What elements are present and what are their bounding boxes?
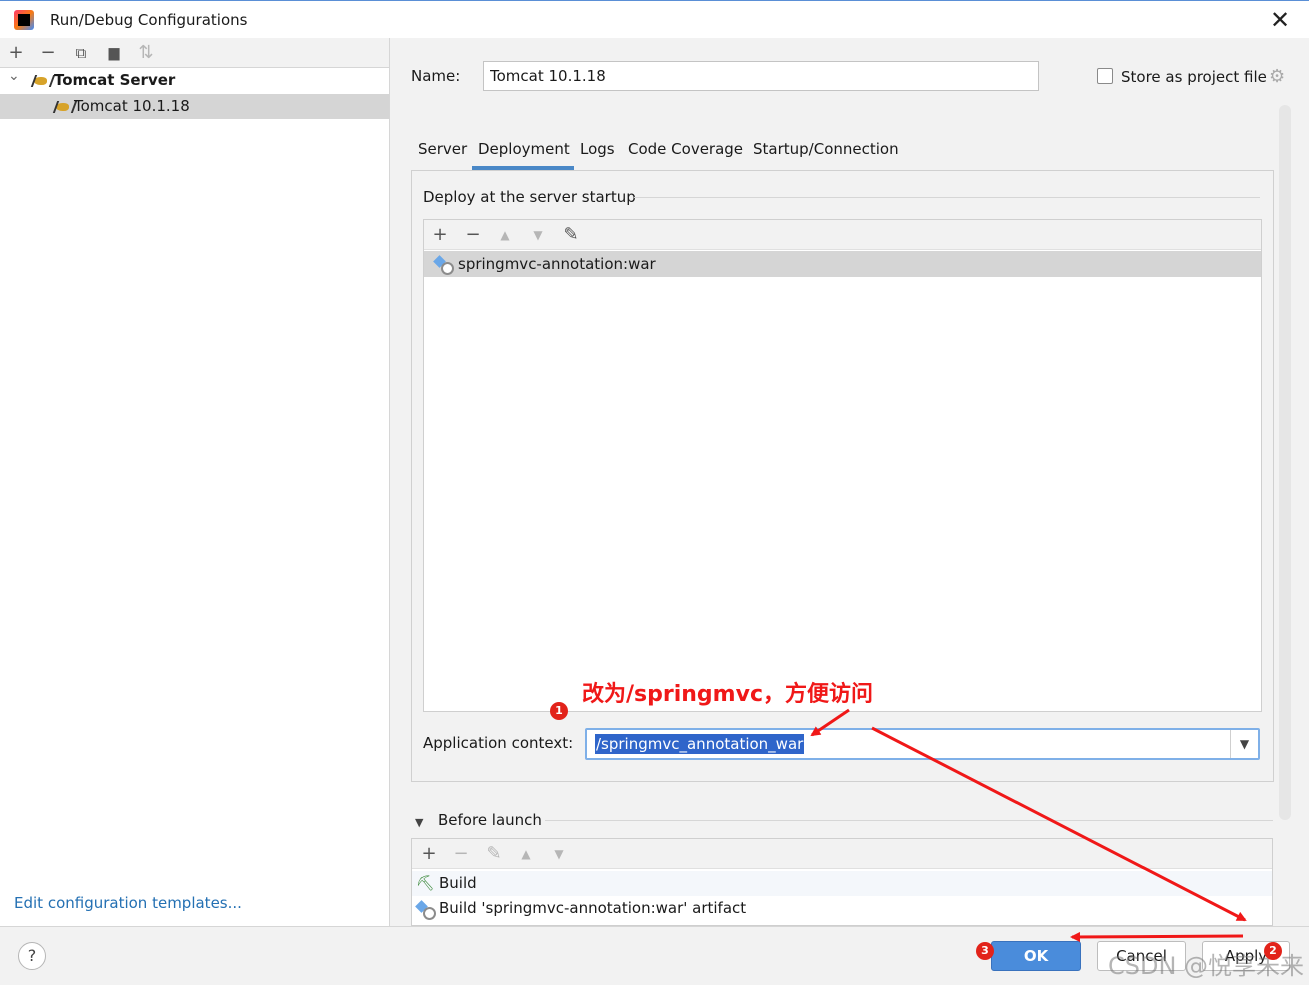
folder-icon[interactable]: ▆ [102, 41, 126, 65]
before-launch-toolbar: + − ✎ ▲ ▼ [412, 839, 1272, 869]
war-artifact-icon [434, 255, 454, 275]
gear-icon[interactable]: ⚙ [1269, 66, 1285, 87]
tree-group-tomcat-server[interactable]: ⌄ Tomcat Server [0, 68, 389, 93]
edit-icon[interactable]: ✎ [482, 842, 506, 866]
help-button[interactable]: ? [18, 942, 46, 970]
chevron-down-icon[interactable]: ▼ [1230, 730, 1258, 758]
divider [634, 197, 1260, 198]
collapse-caret-icon[interactable]: ▼ [415, 816, 423, 829]
title-bar: Run/Debug Configurations ✕ [0, 0, 1309, 38]
tab-startup-connection[interactable]: Startup/Connection [753, 140, 899, 158]
list-item-label: springmvc-annotation:war [458, 255, 656, 273]
before-launch-list: + − ✎ ▲ ▼ ⛏ Build Build 'springmvc-annot… [411, 838, 1273, 926]
deploy-artifact-list: + − ▲ ▼ ✎ springmvc-annotation:war [423, 219, 1262, 712]
copy-icon[interactable]: ⧉ [69, 41, 93, 65]
divider [545, 820, 1273, 821]
move-up-icon[interactable]: ▲ [493, 223, 517, 247]
deploy-toolbar: + − ▲ ▼ ✎ [424, 220, 1261, 250]
window-title: Run/Debug Configurations [50, 11, 248, 29]
edit-configuration-templates-link[interactable]: Edit configuration templates... [14, 894, 242, 912]
list-item[interactable]: springmvc-annotation:war [424, 251, 1261, 277]
add-icon[interactable]: + [4, 41, 28, 65]
name-label: Name: [411, 67, 461, 85]
tree-item-tomcat-10-1-18[interactable]: Tomcat 10.1.18 [0, 94, 389, 119]
remove-icon[interactable]: − [36, 41, 60, 65]
move-up-icon[interactable]: ▲ [514, 842, 538, 866]
sort-icon[interactable]: ⇅ [134, 41, 158, 65]
annotation-badge-2: 2 [1264, 942, 1282, 960]
application-context-label: Application context: [423, 734, 574, 752]
store-as-project-file-checkbox[interactable] [1097, 68, 1113, 84]
vertical-scrollbar[interactable] [1279, 105, 1291, 820]
chevron-down-icon[interactable]: ⌄ [8, 64, 20, 89]
list-item-label: Build [439, 874, 477, 892]
remove-icon[interactable]: − [461, 223, 485, 247]
move-down-icon[interactable]: ▼ [526, 223, 550, 247]
application-context-combobox[interactable]: /springmvc_annotation_war ▼ [585, 728, 1260, 760]
store-as-project-file-label[interactable]: Store as project file [1121, 68, 1267, 86]
remove-icon[interactable]: − [449, 842, 473, 866]
tomcat-icon [54, 94, 76, 119]
tab-code-coverage[interactable]: Code Coverage [628, 140, 743, 158]
move-down-icon[interactable]: ▼ [547, 842, 571, 866]
tree-item-label: Tomcat 10.1.18 [74, 97, 190, 115]
tree-group-label: Tomcat Server [54, 71, 176, 89]
ok-button[interactable]: OK [991, 941, 1081, 971]
list-item[interactable]: Build 'springmvc-annotation:war' artifac… [412, 896, 1272, 921]
annotation-badge-3: 3 [976, 942, 994, 960]
add-icon[interactable]: + [417, 842, 441, 866]
edit-icon[interactable]: ✎ [559, 223, 583, 247]
tab-logs[interactable]: Logs [580, 140, 615, 158]
deploy-section-title: Deploy at the server startup [423, 188, 636, 206]
before-launch-title[interactable]: Before launch [438, 811, 542, 829]
name-field[interactable] [483, 61, 1039, 91]
tree-toolbar: + − ⧉ ▆ ⇅ [0, 38, 389, 68]
application-context-value[interactable]: /springmvc_annotation_war [595, 734, 805, 754]
war-artifact-icon [416, 900, 436, 920]
tab-server[interactable]: Server [418, 140, 467, 158]
annotation-text: 改为/springmvc，方便访问 [582, 682, 873, 707]
tab-deployment[interactable]: Deployment [478, 140, 570, 158]
tomcat-icon [32, 68, 54, 93]
hammer-icon: ⛏ [416, 874, 436, 892]
annotation-badge-1: 1 [550, 702, 568, 720]
configuration-tree-panel: + − ⧉ ▆ ⇅ ⌄ Tomcat Server Tomcat 10.1.18… [0, 38, 390, 926]
list-item-label: Build 'springmvc-annotation:war' artifac… [439, 899, 747, 917]
add-icon[interactable]: + [428, 223, 452, 247]
list-item[interactable]: ⛏ Build [412, 871, 1272, 896]
intellij-app-icon [14, 10, 34, 30]
close-icon[interactable]: ✕ [1266, 6, 1294, 34]
